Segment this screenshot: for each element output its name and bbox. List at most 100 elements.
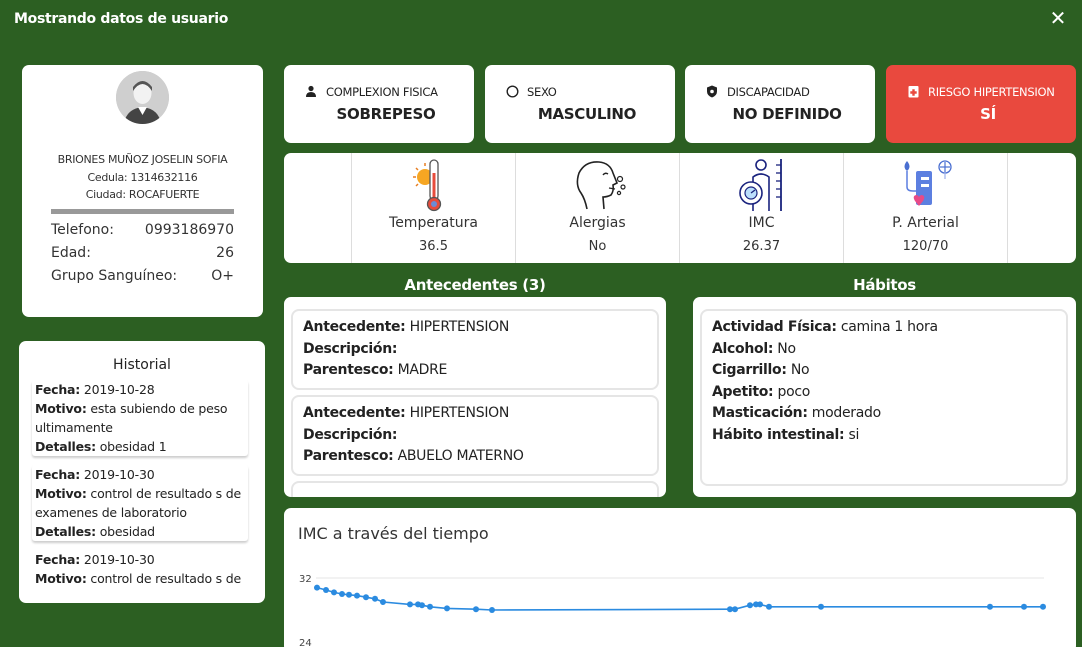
alergias-label: Alergias [569,215,626,231]
age-row: Edad: 26 [51,245,234,261]
imc-data-point[interactable] [489,607,495,613]
historial-entry[interactable]: Fecha: 2019-10-28 Motivo: esta subiendo … [32,380,248,456]
historial-entry[interactable]: Fecha: 2019-10-30 Motivo: control de res… [32,465,248,541]
parentesco-label: Parentesco: [303,448,394,464]
descripcion-label: Descripción: [303,426,398,443]
imc-data-point[interactable] [380,599,386,605]
habitos-list: Actividad Física: camina 1 hora Alcohol:… [700,309,1068,486]
imc-data-point[interactable] [339,591,345,597]
antecedente-item[interactable]: Antecedente: HIPERTENSION Descripción: P… [291,395,659,476]
imc-series-line [316,586,1043,611]
imc-data-point[interactable] [427,603,433,610]
vital-presion-arterial: P. Arterial 120/70 [843,153,1007,263]
motivo-value: control de resultado s de [90,571,241,586]
parentesco-value: ABUELO MATERNO [397,448,524,464]
sexo-value: MASCULINO [537,105,637,123]
circle-icon [505,85,519,99]
imc-data-point[interactable] [818,603,824,610]
presion-arterial-value: 120/70 [902,239,949,254]
habito-label: Apetito: [712,383,774,400]
detalles-label: Detalles: [35,524,96,539]
habito-label: Masticación: [712,405,808,421]
habito-value: camina 1 hora [840,319,938,335]
complexion-card: COMPLEXION FISICA SOBREPESO [284,65,474,143]
imc-data-point[interactable] [757,601,763,608]
riesgo-label: RIESGO HIPERTENSION [928,85,1055,99]
complexion-value: SOBREPESO [336,105,436,123]
imc-data-point[interactable] [323,587,329,593]
fecha-value: 2019-10-30 [83,467,155,482]
imc-label: IMC [748,215,775,231]
shield-icon [705,85,719,99]
profile-card: BRIONES MUÑOZ JOSELIN SOFIA Cedula: 1314… [22,65,263,317]
antecedente-item[interactable] [291,481,659,497]
thermometer-icon [413,159,442,212]
antecedentes-card[interactable]: Antecedente: HIPERTENSION Descripción: P… [284,297,666,497]
temperatura-value: 36.5 [419,239,448,254]
allergy-face-icon [576,161,626,210]
imc-line-chart: 32 24 [299,574,1046,647]
habitos-card: Actividad Física: camina 1 hora Alcohol:… [693,297,1076,497]
historial-entry[interactable]: Fecha: 2019-10-30 Motivo: control de res… [32,550,248,588]
imc-data-point[interactable] [407,601,413,608]
imc-data-point[interactable] [732,606,738,613]
blood-type-row: Grupo Sanguíneo: O+ [51,268,234,284]
imc-data-point[interactable] [444,605,450,612]
imc-chart-card: IMC a través del tiempo 32 24 [284,508,1076,647]
blood-type-label: Grupo Sanguíneo: [51,268,178,284]
y-tick-label: 32 [299,574,312,585]
parentesco-label: Parentesco: [303,362,394,378]
discapacidad-card: DISCAPACIDAD NO DEFINIDO [685,65,875,143]
imc-data-point[interactable] [331,589,337,596]
antecedente-value: HIPERTENSION [409,319,510,335]
blood-pressure-icon [904,160,952,206]
imc-data-point[interactable] [354,592,360,599]
antecedente-value: HIPERTENSION [409,405,510,421]
phone-label: Telefono: [51,222,114,238]
imc-data-point[interactable] [372,595,378,602]
discapacidad-value: NO DEFINIDO [732,105,842,123]
phone-row: Telefono: 0993186970 [51,222,234,238]
antecedente-label: Antecedente: [303,319,406,335]
habito-value: si [848,426,860,443]
fecha-value: 2019-10-30 [83,552,155,567]
vitals-card: Temperatura 36.5 Alergias No IMC 26.37 P… [284,153,1076,263]
imc-data-point[interactable] [1040,603,1046,610]
riesgo-hipertension-card: RIESGO HIPERTENSION SÍ [886,65,1076,143]
habito-label: Alcohol: [712,340,774,357]
habito-value: poco [777,383,811,400]
antecedentes-title: Antecedentes (3) [404,276,546,294]
imc-data-point[interactable] [314,584,320,591]
imc-data-point[interactable] [987,603,993,610]
riesgo-value: SÍ [980,105,996,123]
imc-data-point[interactable] [419,602,425,609]
window-title: Mostrando datos de usuario [14,11,229,27]
imc-data-point[interactable] [766,603,772,610]
user-silhouette-icon [116,71,169,124]
presion-arterial-label: P. Arterial [892,215,959,231]
close-icon[interactable]: ✕ [1048,8,1068,28]
patient-cedula: Cedula: 1314632116 [87,171,198,184]
parentesco-value: MADRE [397,362,448,378]
fecha-label: Fecha: [35,552,81,567]
patient-city: Ciudad: ROCAFUERTE [85,188,200,201]
imc-data-point[interactable] [1021,603,1027,610]
habito-value: moderado [811,405,881,421]
fecha-label: Fecha: [35,382,81,397]
fecha-value: 2019-10-28 [83,382,155,397]
imc-data-point[interactable] [747,602,753,609]
imc-data-point[interactable] [346,591,352,598]
historial-card[interactable]: Historial Fecha: 2019-10-28 Motivo: esta… [19,341,265,603]
fecha-label: Fecha: [35,467,81,482]
imc-data-point[interactable] [473,606,479,613]
imc-data-point[interactable] [363,594,369,601]
habito-row: Alcohol: No [712,339,1056,361]
avatar [116,71,169,124]
motivo-label: Motivo: [35,486,87,501]
vital-imc: IMC 26.37 [679,153,843,263]
detalles-label: Detalles: [35,439,96,454]
habito-label: Hábito intestinal: [712,426,845,443]
habito-value: No [777,340,796,357]
antecedente-item[interactable]: Antecedente: HIPERTENSION Descripción: P… [291,309,659,390]
historial-title: Historial [113,357,171,373]
